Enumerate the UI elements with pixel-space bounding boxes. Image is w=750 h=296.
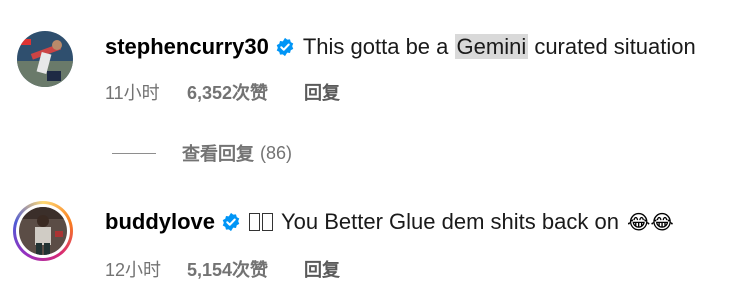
view-replies-label: 查看回复	[182, 144, 254, 164]
comment-text: This gotta be a Gemini curated situation	[302, 34, 696, 59]
view-replies-button[interactable]: 查看回复 (86)	[112, 140, 292, 166]
laughing-emoji: 😂😂	[626, 211, 674, 234]
verified-badge-icon	[276, 37, 294, 57]
comment-text: You Better Glue dem shits back on	[281, 209, 619, 234]
avatar	[19, 207, 67, 255]
like-count[interactable]: 5,154次赞	[187, 256, 304, 282]
unrendered-emoji-icon	[262, 213, 274, 231]
username[interactable]: stephencurry30	[105, 34, 269, 60]
avatar-image	[19, 207, 67, 255]
verified-badge-icon	[222, 212, 240, 232]
reply-button[interactable]: 回复	[304, 79, 340, 105]
divider-line	[112, 152, 156, 154]
timestamp: 12小时	[105, 260, 162, 280]
avatar[interactable]	[17, 31, 73, 87]
replies-count: (86)	[260, 142, 293, 163]
avatar-image	[17, 31, 73, 87]
avatar-story-ring[interactable]	[13, 201, 73, 261]
like-count[interactable]: 6,352次赞	[187, 79, 304, 105]
timestamp: 11小时	[105, 83, 160, 103]
username[interactable]: buddylove	[105, 209, 215, 235]
reply-button[interactable]: 回复	[304, 256, 340, 282]
highlighted-word: Gemini	[454, 34, 529, 59]
unrendered-emoji-icon	[249, 213, 261, 231]
